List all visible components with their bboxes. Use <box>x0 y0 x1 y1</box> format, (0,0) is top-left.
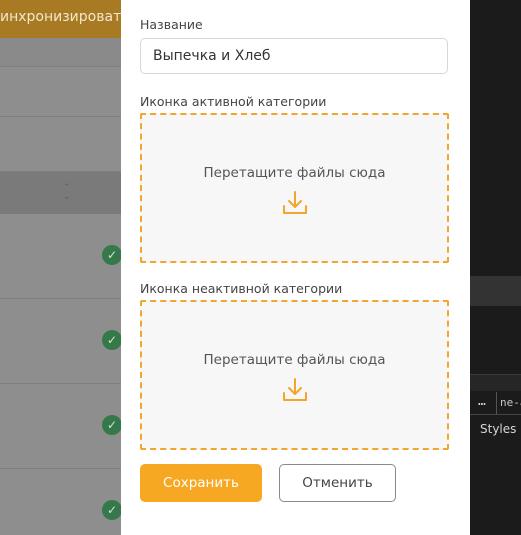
devtools-code: ne-a <box>500 396 521 409</box>
devtools-divider <box>496 392 497 414</box>
cancel-button[interactable]: Отменить <box>279 464 396 502</box>
table-row <box>0 117 121 172</box>
dropzone-text: Перетащите файлы сюда <box>203 352 386 368</box>
check-icon: ✓ <box>102 330 121 350</box>
table-row <box>0 67 121 117</box>
sort-icon: ⌃ ⌄ <box>63 183 71 202</box>
dropzone-text: Перетащите файлы сюда <box>203 165 386 181</box>
table-header <box>0 172 121 214</box>
download-icon <box>282 191 307 214</box>
table-toolbar <box>0 38 121 67</box>
sync-button-bar: инхронизироват <box>0 0 121 38</box>
background-app: инхронизироват ⌃ ⌄ ✓ ✓ ✓ ✓ <box>0 0 121 535</box>
devtools-highlight <box>470 276 521 306</box>
download-icon <box>282 378 307 401</box>
check-icon: ✓ <box>102 245 121 265</box>
inactive-icon-dropzone[interactable]: Перетащите файлы сюда <box>140 300 449 450</box>
name-label: Название <box>140 17 203 32</box>
more-icon[interactable]: … <box>478 394 486 409</box>
devtools-toolbar <box>470 374 521 391</box>
check-icon: ✓ <box>102 500 121 520</box>
active-icon-label: Иконка активной категории <box>140 94 327 109</box>
sync-button-label: инхронизироват <box>0 9 121 25</box>
devtools-panel: … ne-a Styles <box>470 0 521 535</box>
inactive-icon-label: Иконка неактивной категории <box>140 281 343 296</box>
category-edit-modal: Название Иконка активной категории Перет… <box>121 0 470 535</box>
name-input[interactable] <box>140 38 448 74</box>
divider <box>470 414 521 415</box>
check-icon: ✓ <box>102 415 121 435</box>
save-button[interactable]: Сохранить <box>140 464 262 502</box>
tab-styles[interactable]: Styles <box>480 422 516 436</box>
active-icon-dropzone[interactable]: Перетащите файлы сюда <box>140 113 449 263</box>
